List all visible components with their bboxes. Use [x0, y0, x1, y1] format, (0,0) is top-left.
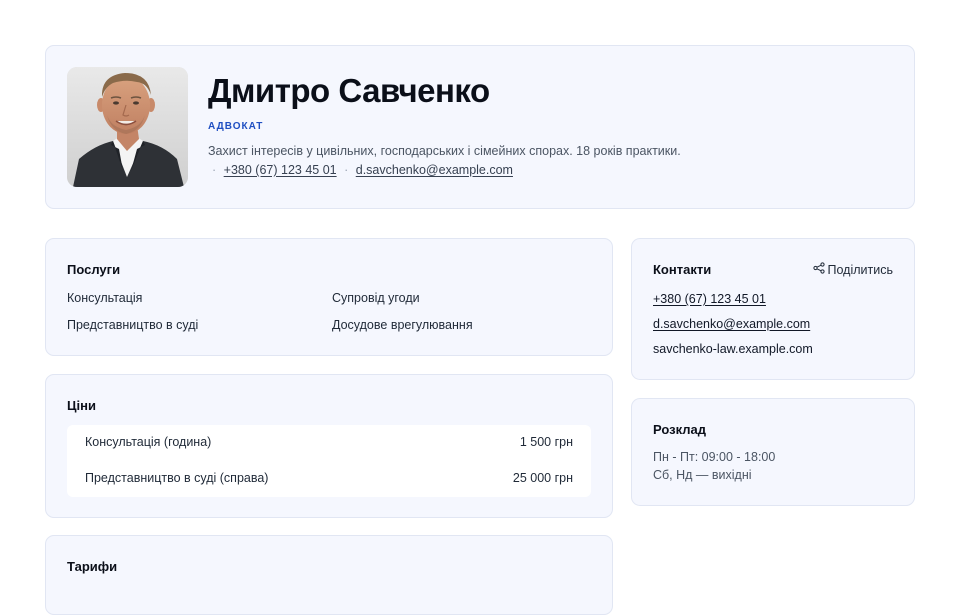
profile-phone-link[interactable]: +380 (67) 123 45 01: [224, 163, 337, 177]
price-name: Представництво в суді (справа): [85, 471, 269, 485]
price-value: 25 000 грн: [512, 471, 573, 485]
services-title: Послуги: [67, 262, 121, 277]
contact-website[interactable]: savchenko-law.example.com: [653, 342, 813, 356]
profile-photo: [67, 67, 188, 187]
service-item: Супровід угоди: [332, 291, 420, 305]
contacts-card: Контакти Поділитись +380 (67) 123 45 01 …: [631, 238, 915, 380]
prices-title: Ціни: [67, 398, 96, 413]
contact-phone-link[interactable]: +380 (67) 123 45 01: [653, 292, 766, 306]
schedule-line: Сб, Нд — вихідні: [653, 468, 752, 482]
profile-bio: Захист інтересів у цивільних, господарсь…: [208, 144, 681, 158]
service-item: Досудове врегулювання: [332, 318, 473, 332]
profile-card: Дмитро Савченко АДВОКАТ Захист інтересів…: [45, 45, 915, 209]
profile-role: АДВОКАТ: [208, 121, 264, 132]
service-item: Консультація: [67, 291, 143, 305]
share-button[interactable]: Поділитись: [812, 262, 893, 277]
price-value: 1 500 грн: [519, 435, 573, 449]
contact-email-link[interactable]: d.savchenko@example.com: [653, 317, 810, 331]
profile-name: Дмитро Савченко: [208, 72, 490, 109]
schedule-card: Розклад Пн - Пт: 09:00 - 18:00 Сб, Нд — …: [631, 398, 915, 506]
price-name: Консультація (година): [85, 435, 212, 449]
share-label: Поділитись: [827, 262, 893, 277]
separator: ·: [344, 163, 349, 177]
schedule-title: Розклад: [653, 422, 706, 437]
contacts-title: Контакти: [653, 262, 712, 277]
profile-email-link[interactable]: d.savchenko@example.com: [356, 163, 513, 177]
price-table: Консультація (година) 1 500 грн Представ…: [67, 425, 591, 497]
prices-card: Ціни Консультація (година) 1 500 грн Пре…: [45, 374, 613, 518]
price-row: Консультація (година) 1 500 грн: [67, 425, 591, 461]
tariffs-title: Тарифи: [67, 559, 118, 574]
schedule-line: Пн - Пт: 09:00 - 18:00: [653, 450, 776, 464]
tariffs-card: Тарифи: [45, 535, 613, 615]
profile-contacts: · +380 (67) 123 45 01 · d.savchenko@exam…: [208, 163, 513, 177]
share-icon: [812, 262, 825, 277]
separator: ·: [212, 163, 217, 177]
price-row: Представництво в суді (справа) 25 000 гр…: [67, 461, 591, 497]
services-card: Послуги Консультація Супровід угоди Пред…: [45, 238, 613, 356]
service-item: Представництво в суді: [67, 318, 199, 332]
avatar: [67, 67, 188, 187]
